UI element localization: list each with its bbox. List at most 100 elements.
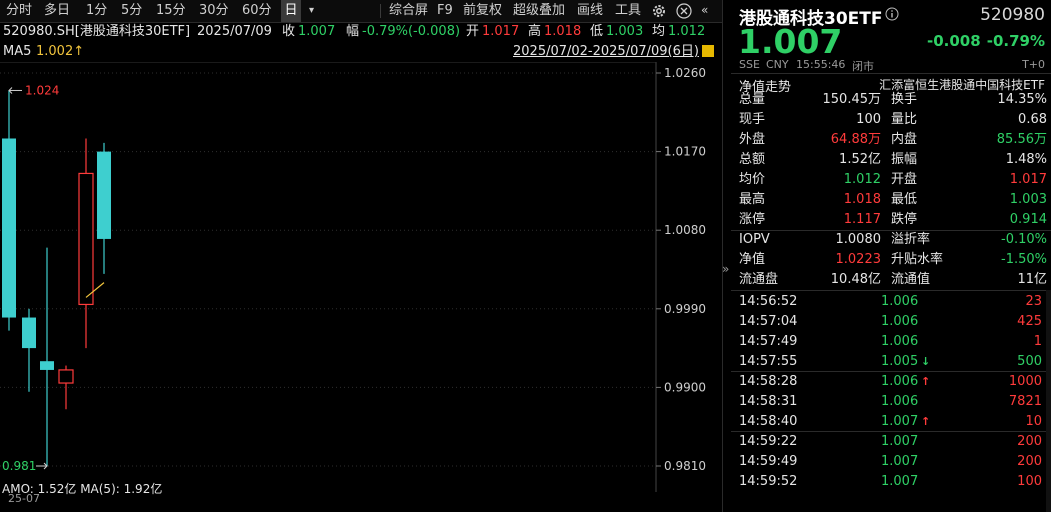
trade-row: 14:59:52 1.007 100 (731, 472, 1046, 492)
trade-row: 14:58:31 1.006 7821 (731, 392, 1046, 412)
period-dropdown-icon[interactable]: ▾ (309, 0, 314, 22)
stat-label: 涨停 (739, 212, 766, 227)
collapse-icon[interactable]: « (701, 3, 708, 17)
drawing-button[interactable]: 画线 (577, 0, 603, 22)
trade-volume: 23 (1025, 294, 1042, 309)
chart-toolbar: 分时 多日 1分 5分 15分 30分 60分 日 ▾ 综合屏 F9 前复权 超… (0, 0, 722, 23)
stat-row: 现手 100 量比 0.68 (731, 110, 1047, 130)
stat-label: 净值 (739, 252, 766, 267)
stat-row: 流通盘 10.48亿 流通值 11亿 (731, 270, 1047, 290)
stat-value: 100 (856, 112, 881, 127)
candle-body-down[interactable] (22, 317, 36, 349)
f9-button[interactable]: F9 (437, 0, 453, 22)
stat-value: 1.0080 (835, 232, 882, 247)
composite-screen-button[interactable]: 综合屏 (389, 0, 428, 22)
super-overlay-button[interactable]: 超级叠加 (513, 0, 565, 22)
stat-row: 外盘 64.88万 内盘 85.56万 (731, 130, 1047, 150)
info-icon[interactable] (885, 7, 899, 25)
stat-label: 换手 (891, 92, 918, 107)
stat-value: 0.914 (1009, 212, 1047, 227)
trade-row: 14:57:49 1.006 1 (731, 332, 1046, 352)
price-tick-label: 0.9810 (664, 459, 706, 473)
stat-value: -1.50% (1001, 252, 1047, 267)
trade-row: 14:56:52 1.006 23 (731, 292, 1046, 312)
ma-value: 1.002↑ (36, 44, 85, 59)
trade-time: 14:57:04 (739, 314, 798, 329)
trade-price: 1.007 (881, 474, 919, 489)
quote-date: 2025/07/09 (197, 24, 272, 39)
tools-button[interactable]: 工具 (615, 0, 641, 22)
tab-1min[interactable]: 1分 (86, 0, 107, 22)
high-value: 1.018 (544, 24, 582, 39)
stat-row: 最高 1.018 最低 1.003 (731, 190, 1047, 210)
trade-row: 14:58:28 1.006 ↑ 1000 (731, 372, 1046, 392)
gear-icon[interactable] (651, 3, 667, 23)
trade-time: 14:58:31 (739, 394, 798, 409)
tab-5min[interactable]: 5分 (121, 0, 142, 22)
trade-time: 14:58:40 (739, 414, 798, 429)
trade-volume: 100 (1017, 474, 1042, 489)
stat-value: 1.52亿 (839, 152, 881, 167)
trades-scrollbar[interactable] (1046, 290, 1051, 512)
panel-code: 520980 (980, 5, 1045, 25)
stat-value: 1.003 (1009, 192, 1047, 207)
price-tick-label: 0.9990 (664, 302, 706, 316)
stat-label: 最低 (891, 192, 918, 207)
trade-price: 1.006 (881, 334, 919, 349)
update-time: 15:55:46 (796, 58, 846, 71)
forward-adjust-button[interactable]: 前复权 (463, 0, 502, 22)
close-value: 1.007 (298, 24, 336, 39)
candlestick-chart[interactable]: 1.0260 1.0170 1.0080 0.9990 0.9900 0.9810 1.0… (0, 62, 722, 512)
trade-price: 1.007 (881, 454, 919, 469)
expand-panel-icon[interactable]: » (722, 262, 729, 276)
stat-value: -0.10% (1001, 232, 1047, 247)
tab-60min[interactable]: 60分 (242, 0, 272, 22)
tab-daily[interactable]: 日 (281, 0, 301, 22)
stat-label: 总额 (739, 152, 766, 167)
candle-body-down[interactable] (2, 138, 16, 318)
close-label: 收 (282, 24, 296, 39)
stat-value: 1.48% (1005, 152, 1047, 167)
stat-label: 跌停 (891, 212, 918, 227)
open-value: 1.017 (482, 24, 520, 39)
trade-volume: 200 (1017, 434, 1042, 449)
trade-price: 1.006 (881, 374, 919, 389)
stat-value: 14.35% (997, 92, 1047, 107)
date-range[interactable]: 2025/07/02-2025/07/09(6日) (513, 43, 699, 61)
low-marker-label: 0.981 (2, 459, 36, 473)
candle-body-up[interactable] (78, 172, 94, 306)
trade-price: 1.006 (881, 314, 919, 329)
current-price: 1.007 (738, 22, 843, 61)
close-icon[interactable] (676, 3, 692, 23)
price-tick-label: 1.0260 (664, 66, 706, 80)
stat-label: 振幅 (891, 152, 918, 167)
avg-value: 1.012 (668, 24, 706, 39)
tab-15min[interactable]: 15分 (156, 0, 186, 22)
candle-body-up[interactable] (58, 369, 74, 384)
price-tick-label: 1.0170 (664, 145, 706, 159)
stat-label: 内盘 (891, 132, 918, 147)
low-value: 1.003 (606, 24, 644, 39)
trade-row: 14:59:49 1.007 200 (731, 452, 1046, 472)
avg-label: 均 (652, 24, 666, 39)
tab-multi-day[interactable]: 多日 (44, 0, 70, 22)
stat-label: 量比 (891, 112, 918, 127)
stats-table: 总量 150.45万 换手 14.35% 现手 100 量比 0.68 外盘 64.88万 内盘 85… (731, 90, 1051, 230)
arrow-up-icon: ↑ (921, 375, 931, 388)
tab-intraday[interactable]: 分时 (6, 0, 32, 22)
trade-time: 14:59:52 (739, 474, 798, 489)
trade-volume: 1 (1033, 334, 1042, 349)
trade-time: 14:57:49 (739, 334, 798, 349)
lock-icon[interactable] (702, 45, 714, 57)
stat-label: 流通盘 (739, 272, 779, 287)
tab-30min[interactable]: 30分 (199, 0, 229, 22)
candle-body-down[interactable] (97, 151, 111, 239)
stat-value: 10.48亿 (830, 272, 881, 287)
trade-row: 14:57:04 1.006 425 (731, 312, 1046, 332)
price-change: -0.008 (927, 32, 981, 50)
trade-time: 14:59:49 (739, 454, 798, 469)
candle-body-down[interactable] (40, 361, 54, 370)
stat-label: 外盘 (739, 132, 766, 147)
stat-row: 总额 1.52亿 振幅 1.48% (731, 150, 1047, 170)
stat-row: 总量 150.45万 换手 14.35% (731, 90, 1047, 110)
